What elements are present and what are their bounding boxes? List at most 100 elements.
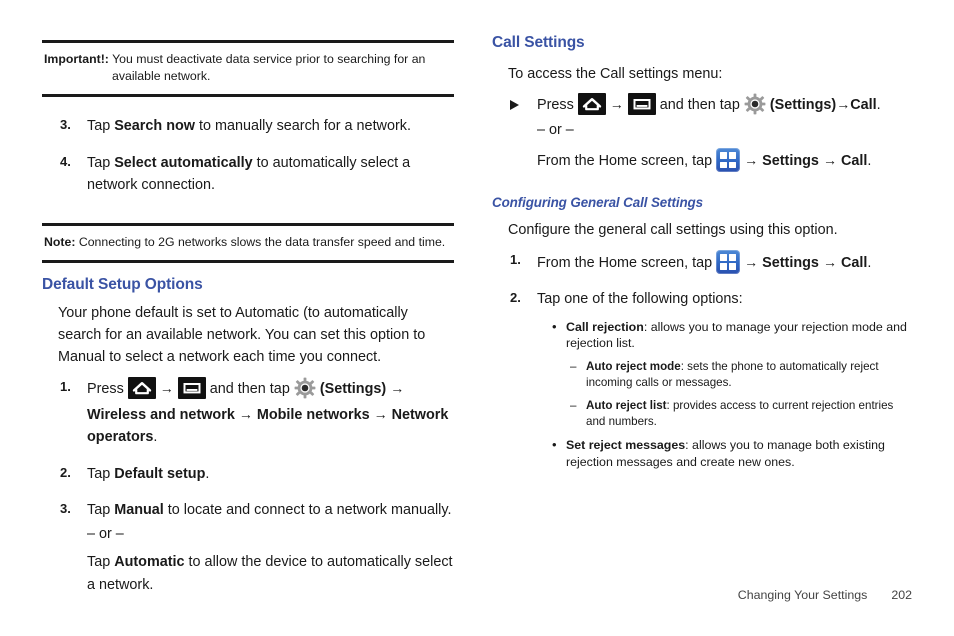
- note-text: Connecting to 2G networks slows the data…: [75, 235, 446, 250]
- important-text: You must deactivate data service prior t…: [108, 52, 426, 66]
- path-wireless-and-network: Wireless and network: [87, 406, 235, 423]
- access-settings-label: (Settings): [769, 96, 837, 113]
- left-step-1: 1. Press → and then tap (Settings) → Wir…: [42, 376, 454, 450]
- path-mobile-networks: Mobile networks: [256, 406, 370, 423]
- configuring-intro: Configure the general call settings usin…: [508, 222, 838, 239]
- note-rule-bottom: [42, 260, 454, 264]
- right-step-1-number: 1.: [510, 252, 521, 268]
- access-call-label: Call: [850, 96, 877, 113]
- left-step-3-post: to manually search for a network.: [194, 117, 411, 134]
- apps-grid-cells: [720, 152, 737, 169]
- call-rejection-suboptions: Auto reject mode: sets the phone to auto…: [550, 359, 912, 429]
- access-call-word: Call: [840, 153, 868, 170]
- page-number: 202: [891, 588, 912, 602]
- access-alt-period: .: [867, 153, 872, 170]
- important-rule-bottom: [42, 93, 454, 97]
- call-settings-heading: Call Settings: [492, 34, 585, 51]
- left-step-3-bold: Search now: [114, 117, 195, 134]
- left-column: Important!: You must deactivate data ser…: [42, 40, 454, 597]
- page-footer: Changing Your Settings 202: [738, 588, 912, 602]
- list-item: Auto reject list: provides access to cur…: [570, 398, 912, 430]
- home-icon[interactable]: [127, 376, 156, 399]
- right-step-1: 1. From the Home screen, tap → Settings …: [492, 250, 912, 275]
- footer-section-title: Changing Your Settings: [737, 588, 868, 602]
- arrow-separator-4: →: [373, 405, 388, 422]
- arrow-separator: →: [609, 95, 624, 112]
- right-column: Call Settings To access the Call setting…: [492, 34, 912, 471]
- menu-icon[interactable]: [177, 376, 206, 399]
- option-set-reject-messages-label: Set reject messages: [566, 438, 686, 453]
- right-step-2: 2. Tap one of the following options:: [492, 288, 912, 311]
- right-step-2-text: Tap one of the following options:: [537, 290, 743, 307]
- left-step-1-settings-label: (Settings): [319, 380, 387, 397]
- left-step-2-bold: Default setup: [114, 466, 206, 483]
- left-step-3-pre: Tap: [87, 117, 115, 134]
- option-call-rejection-label: Call rejection: [566, 319, 644, 334]
- arrow-separator: →: [159, 379, 174, 396]
- left-step-3b-post: to locate and connect to a network manua…: [163, 501, 452, 518]
- left-step-3b-number: 3.: [60, 500, 71, 516]
- left-step-3b-alt-bold: Automatic: [114, 554, 185, 571]
- left-step-2-pre: Tap: [87, 466, 115, 483]
- left-step-2-post: .: [205, 466, 210, 483]
- manual-page: Important!: You must deactivate data ser…: [0, 0, 954, 636]
- configuring-general-call-settings-heading: Configuring General Call Settings: [492, 195, 703, 211]
- triangle-bullet-icon: [510, 99, 519, 110]
- note-callout: Note: Connecting to 2G networks slows th…: [42, 226, 454, 260]
- left-step-3b-bold: Manual: [114, 501, 164, 518]
- left-step-1-period: .: [153, 429, 158, 446]
- gear-icon[interactable]: [294, 377, 316, 399]
- menu-icon[interactable]: [627, 92, 656, 115]
- important-text-continued: available network.: [112, 68, 211, 83]
- access-home-alt: From the Home screen, tap → Settings → C…: [537, 148, 912, 173]
- right-step-2-number: 2.: [510, 289, 521, 305]
- access-or: – or –: [537, 121, 574, 138]
- list-item: Call rejection: allows you to manage you…: [550, 318, 912, 353]
- right-step-1-settings-word: Settings: [762, 255, 819, 272]
- default-setup-intro: Your phone default is set to Automatic (…: [58, 305, 426, 365]
- apps-grid-icon[interactable]: [716, 148, 741, 173]
- apps-grid-icon[interactable]: [716, 250, 741, 275]
- arrow-separator-4: →: [822, 152, 837, 169]
- gear-icon[interactable]: [744, 93, 766, 115]
- call-options-list: Call rejection: allows you to manage you…: [492, 318, 912, 472]
- list-item: Auto reject mode: sets the phone to auto…: [570, 359, 912, 391]
- left-step-3b-alt: Tap Automatic to allow the device to aut…: [87, 551, 454, 597]
- home-icon[interactable]: [577, 92, 606, 115]
- left-step-1-tap-label: and then tap: [209, 380, 290, 397]
- left-step-3b-or: – or –: [87, 525, 124, 542]
- right-step-1-period: .: [867, 255, 872, 272]
- access-settings-word: Settings: [762, 153, 819, 170]
- call-settings-access-step: Press → and then tap (Settings)→Call. – …: [492, 92, 912, 173]
- access-tap-label: and then tap: [659, 96, 740, 113]
- access-press-label: Press: [537, 96, 574, 113]
- list-item: Set reject messages: allows you to manag…: [550, 436, 912, 471]
- left-step-2-number: 2.: [60, 465, 71, 481]
- left-step-4: 4. Tap Select automatically to automatic…: [42, 152, 454, 198]
- important-label: Important!:: [44, 52, 109, 66]
- option-auto-reject-mode-label: Auto reject mode: [586, 360, 681, 374]
- right-step-1-call-word: Call: [840, 255, 868, 272]
- access-home-pre: From the Home screen, tap: [537, 153, 713, 170]
- arrow-separator-2: →: [390, 379, 405, 396]
- call-settings-intro: To access the Call settings menu:: [508, 66, 723, 82]
- left-step-4-pre: Tap: [87, 154, 115, 171]
- left-step-3: 3. Tap Search now to manually search for…: [42, 115, 454, 138]
- arrow-separator-2: →: [822, 254, 837, 271]
- important-callout: Important!: You must deactivate data ser…: [42, 43, 454, 94]
- left-step-4-number: 4.: [60, 153, 71, 169]
- default-setup-options-heading: Default Setup Options: [42, 276, 203, 294]
- left-step-1-press-label: Press: [87, 380, 124, 397]
- note-label: Note:: [44, 235, 76, 250]
- left-step-3-number: 3.: [60, 116, 71, 132]
- option-auto-reject-list-label: Auto reject list: [586, 398, 667, 412]
- arrow-separator-2: →: [836, 95, 851, 112]
- left-step-3b: 3. Tap Manual to locate and connect to a…: [42, 499, 454, 597]
- access-period: .: [876, 96, 881, 113]
- right-step-1-pre: From the Home screen, tap: [537, 255, 713, 272]
- left-step-3b-pre: Tap: [87, 501, 115, 518]
- left-step-2: 2. Tap Default setup.: [42, 463, 454, 486]
- arrow-separator: →: [744, 254, 759, 271]
- apps-grid-cells: [720, 254, 737, 271]
- left-step-1-path: Wireless and network → Mobile networks →…: [87, 403, 454, 450]
